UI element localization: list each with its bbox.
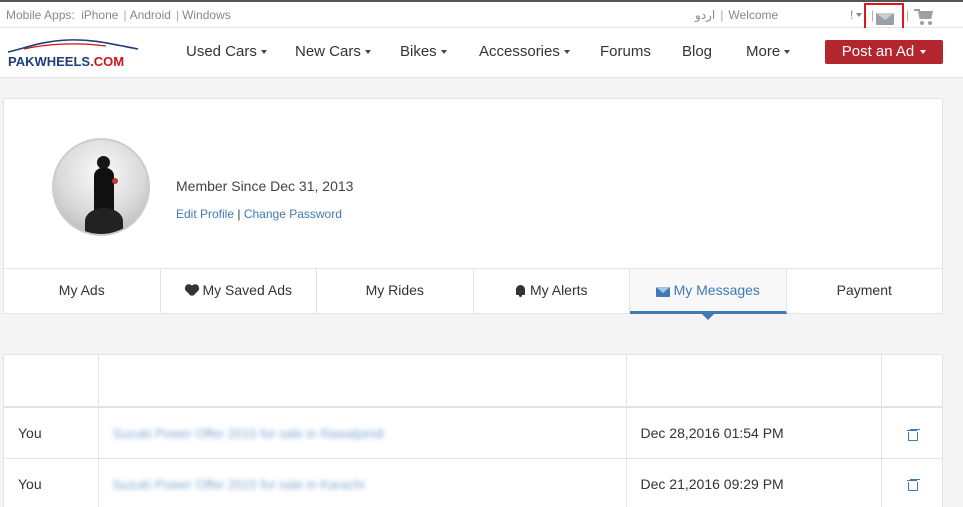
android-link[interactable]: Android bbox=[130, 8, 171, 22]
trash-icon[interactable] bbox=[906, 429, 918, 441]
tab-my-rides[interactable]: My Rides bbox=[317, 269, 474, 314]
member-since: Member Since Dec 31, 2013 bbox=[176, 178, 354, 194]
caret-down-icon bbox=[364, 50, 371, 55]
tab-my-alerts[interactable]: My Alerts bbox=[474, 269, 630, 314]
message-subject-link[interactable]: Suzuki Power Offer 2015 for sale in Kara… bbox=[113, 477, 365, 492]
envelope-icon[interactable] bbox=[876, 13, 894, 25]
tab-my-messages[interactable]: My Messages bbox=[630, 269, 787, 320]
caret-down-icon bbox=[440, 50, 447, 55]
logo-text: PAKWHEELS bbox=[8, 54, 91, 69]
welcome-text: Welcome bbox=[728, 8, 779, 22]
message-date: Dec 28,2016 01:54 PM bbox=[626, 407, 882, 458]
caret-down-icon[interactable] bbox=[856, 13, 862, 17]
change-password-link[interactable]: Change Password bbox=[244, 207, 342, 221]
nav-forums[interactable]: Forums bbox=[600, 43, 651, 60]
post-ad-button[interactable]: Post an Ad bbox=[825, 40, 943, 64]
edit-profile-link[interactable]: Edit Profile bbox=[176, 207, 234, 221]
envelope-icon bbox=[655, 287, 670, 297]
cart-icon[interactable] bbox=[914, 8, 936, 26]
user-menu-toggle[interactable]: ! bbox=[850, 8, 853, 22]
main-nav: PAKWHEELS.COM Used Cars New Cars Bikes A… bbox=[0, 28, 963, 78]
heart-icon bbox=[185, 285, 199, 297]
table-row: You Suzuki Power Offer 2015 for sale in … bbox=[4, 458, 942, 507]
caret-down-icon bbox=[563, 50, 570, 55]
caret-down-icon bbox=[784, 50, 791, 55]
table-header-row bbox=[4, 355, 942, 407]
logo-text-suffix: .COM bbox=[90, 54, 125, 69]
nav-accessories[interactable]: Accessories bbox=[479, 43, 570, 60]
profile-tabs: My Ads My Saved Ads My Rides My Alerts M… bbox=[4, 268, 943, 320]
tab-my-saved-ads[interactable]: My Saved Ads bbox=[161, 269, 317, 314]
tab-my-ads[interactable]: My Ads bbox=[4, 269, 161, 314]
avatar bbox=[52, 138, 150, 236]
message-from: You bbox=[4, 458, 99, 507]
nav-used-cars[interactable]: Used Cars bbox=[186, 43, 267, 60]
messages-table: You Suzuki Power Offer 2015 for sale in … bbox=[3, 354, 943, 507]
message-date: Dec 21,2016 09:29 PM bbox=[626, 458, 882, 507]
car-logo-icon bbox=[7, 39, 139, 53]
mobile-apps-links: Mobile Apps: iPhone | Android | Windows bbox=[6, 8, 231, 22]
caret-down-icon bbox=[920, 50, 927, 55]
utility-bar: Mobile Apps: iPhone | Android | Windows اردو… bbox=[0, 0, 963, 33]
nav-blog[interactable]: Blog bbox=[682, 43, 712, 60]
nav-new-cars[interactable]: New Cars bbox=[295, 43, 371, 60]
urdu-link[interactable]: اردو bbox=[695, 8, 715, 22]
iphone-link[interactable]: iPhone bbox=[81, 8, 118, 22]
profile-card: Member Since Dec 31, 2013 Edit Profile |… bbox=[3, 98, 943, 320]
mobile-apps-label: Mobile Apps: bbox=[6, 8, 75, 22]
caret-down-icon bbox=[260, 50, 267, 55]
table-row: You Suzuki Power Offer 2015 for sale in … bbox=[4, 407, 942, 458]
tab-payment[interactable]: Payment bbox=[787, 269, 943, 314]
trash-icon[interactable] bbox=[906, 479, 918, 492]
profile-links: Edit Profile | Change Password bbox=[176, 207, 342, 221]
bell-icon bbox=[515, 285, 526, 297]
nav-bikes[interactable]: Bikes bbox=[400, 43, 447, 60]
windows-link[interactable]: Windows bbox=[182, 8, 231, 22]
pakwheels-logo[interactable]: PAKWHEELS.COM bbox=[4, 34, 144, 72]
user-links: اردو | Welcome bbox=[695, 8, 779, 22]
nav-more[interactable]: More bbox=[746, 43, 791, 60]
message-subject-link[interactable]: Suzuki Power Offer 2015 for sale in Rawa… bbox=[113, 426, 384, 441]
message-from: You bbox=[4, 407, 99, 458]
